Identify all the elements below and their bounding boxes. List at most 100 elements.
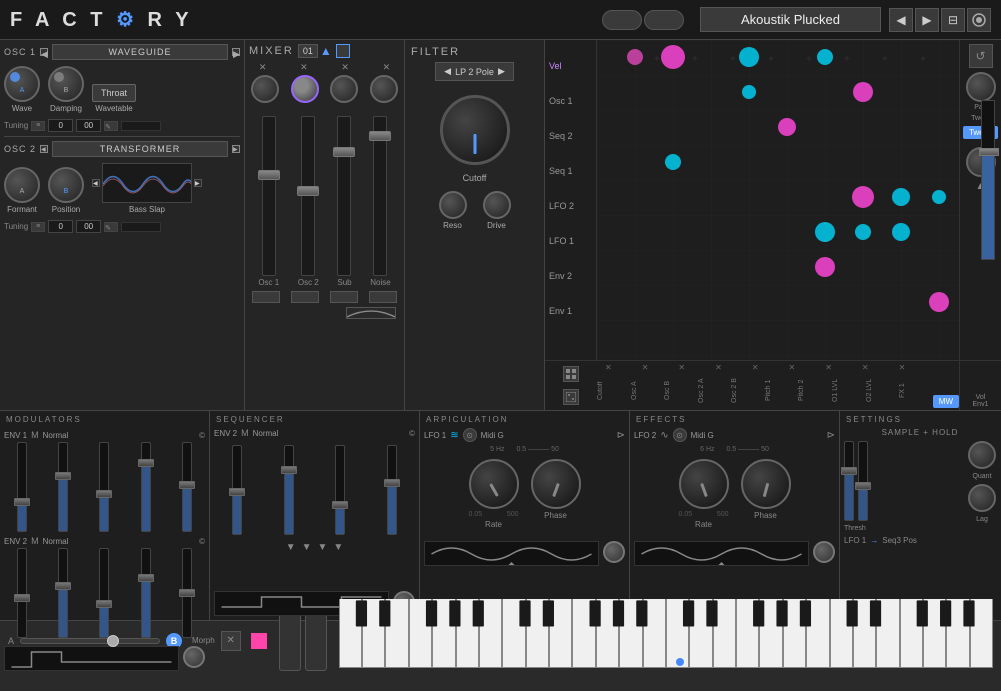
col-x6[interactable]: ✕ xyxy=(789,363,796,372)
mod-knob[interactable] xyxy=(183,646,205,668)
white-key-c4[interactable] xyxy=(502,599,525,668)
env1-fader1-thumb[interactable] xyxy=(14,498,30,506)
osc1-tuning-mode[interactable]: ≡ xyxy=(31,121,45,131)
lfo1-trigger-btn[interactable]: ⊳ xyxy=(617,430,625,441)
mixer-add-btn[interactable] xyxy=(336,44,350,58)
filter-cutoff-knob[interactable] xyxy=(440,95,510,165)
prev-preset-btn[interactable]: ◀ xyxy=(889,8,913,32)
env2-fader5-thumb[interactable] xyxy=(179,589,195,597)
col-x9[interactable]: ✕ xyxy=(899,363,906,372)
osc2-tuning-fine[interactable] xyxy=(76,220,101,233)
col-x1[interactable]: ✕ xyxy=(605,363,612,372)
seq-down-arrow3[interactable]: ▼ xyxy=(318,542,328,553)
osc1-damping-knob[interactable]: B xyxy=(48,66,84,102)
vol-fader-thumb[interactable] xyxy=(979,148,999,156)
osc2-wave-next-btn[interactable]: ▶ xyxy=(194,179,202,187)
env1-morph-icon[interactable]: M xyxy=(31,430,39,440)
seq-fader4[interactable] xyxy=(387,445,397,535)
osc1-prev-btn[interactable]: ◀ xyxy=(40,48,48,56)
filter-drive-knob[interactable] xyxy=(483,191,511,219)
env1-fader5-thumb[interactable] xyxy=(179,481,195,489)
white-key-f6[interactable] xyxy=(900,599,923,668)
pink-record-btn[interactable] xyxy=(251,633,267,649)
mixer-fader4-thumb[interactable] xyxy=(369,131,391,141)
seq-fader2-thumb[interactable] xyxy=(281,466,297,474)
osc2-tuning-pencil[interactable]: ✎ xyxy=(104,222,118,232)
mixer-knob1[interactable] xyxy=(251,75,279,103)
white-key-f5[interactable] xyxy=(736,599,759,668)
osc2-type-select[interactable]: Transformer xyxy=(52,141,228,157)
filter-prev-arrow[interactable]: ◀ xyxy=(444,66,451,77)
seq-fader1-thumb[interactable] xyxy=(229,488,245,496)
white-key-e6[interactable] xyxy=(876,599,899,668)
mixer-fader2-thumb[interactable] xyxy=(297,186,319,196)
env2-fader5[interactable] xyxy=(182,548,192,638)
mixer-pad3[interactable] xyxy=(330,291,358,303)
throat-btn[interactable]: Throat xyxy=(92,84,136,102)
curve-next-btn[interactable] xyxy=(644,10,684,30)
white-key-b6[interactable] xyxy=(970,599,993,668)
pitch-bend-left[interactable] xyxy=(279,611,301,671)
white-key-f4[interactable] xyxy=(572,599,595,668)
mixer-x4[interactable]: ✕ xyxy=(383,62,391,73)
seq-fader2[interactable] xyxy=(284,445,294,535)
osc1-next-btn[interactable]: ▶ xyxy=(232,48,240,56)
osc2-tuning-mode[interactable]: ≡ xyxy=(31,222,45,232)
mixer-fader1-track[interactable] xyxy=(262,116,276,276)
env2-fader1-thumb[interactable] xyxy=(14,594,30,602)
mixer-x2[interactable]: ✕ xyxy=(300,62,308,73)
lfo2-trigger-btn[interactable]: ⊳ xyxy=(827,430,835,441)
col-x7[interactable]: ✕ xyxy=(825,363,832,372)
lfo2-clock-btn[interactable]: ⊙ xyxy=(673,428,687,442)
col-x4[interactable]: ✕ xyxy=(715,363,722,372)
white-key-b4[interactable] xyxy=(643,599,666,668)
pitch-bend-right[interactable] xyxy=(305,611,327,671)
mixer-fader2-track[interactable] xyxy=(301,116,315,276)
white-key-e4[interactable] xyxy=(549,599,572,668)
settings-fader2[interactable] xyxy=(858,441,868,521)
morph-slider[interactable] xyxy=(20,638,160,644)
white-key-e3[interactable] xyxy=(385,599,408,668)
osc2-tuning-coarse[interactable] xyxy=(48,220,73,233)
white-key-a6[interactable] xyxy=(946,599,969,668)
settings-lag-knob[interactable] xyxy=(968,484,996,512)
mixer-x1[interactable]: ✕ xyxy=(259,62,267,73)
settings-fader1[interactable] xyxy=(844,441,854,521)
osc1-type-select[interactable]: Waveguide xyxy=(52,44,228,60)
lfo1-clock-btn[interactable]: ⊙ xyxy=(463,428,477,442)
mixer-fader4-track[interactable] xyxy=(373,116,387,276)
curve-prev-btn[interactable] xyxy=(602,10,642,30)
white-key-d4[interactable] xyxy=(526,599,549,668)
white-key-g5[interactable] xyxy=(759,599,782,668)
env1-fader4[interactable] xyxy=(141,442,151,532)
lfo1-rate-knob[interactable] xyxy=(469,459,519,509)
seq-fader1[interactable] xyxy=(232,445,242,535)
col-x5[interactable]: ✕ xyxy=(752,363,759,372)
env2-fader4-thumb[interactable] xyxy=(138,574,154,582)
mixer-x3[interactable]: ✕ xyxy=(341,62,349,73)
mixer-pad1[interactable] xyxy=(252,291,280,303)
next-preset-btn[interactable]: ▶ xyxy=(915,8,939,32)
mixer-fader3-thumb[interactable] xyxy=(333,147,355,157)
matrix-reload-btn[interactable]: ↺ xyxy=(969,44,993,68)
seq-fader3-thumb[interactable] xyxy=(332,501,348,509)
mixer-knob3[interactable] xyxy=(330,75,358,103)
settings-fader1-thumb[interactable] xyxy=(841,467,857,475)
env2-fader2-thumb[interactable] xyxy=(55,582,71,590)
white-key-d3[interactable] xyxy=(362,599,385,668)
morph-thumb[interactable] xyxy=(107,635,119,647)
env1-copy-icon[interactable]: © xyxy=(199,431,205,440)
lfo1-phase-knob[interactable] xyxy=(531,459,581,509)
env1-fader1[interactable] xyxy=(17,442,27,532)
white-key-d5[interactable] xyxy=(689,599,712,668)
env1-fader4-thumb[interactable] xyxy=(138,459,154,467)
mixer-pad4[interactable] xyxy=(369,291,397,303)
close-btn[interactable]: ✕ xyxy=(221,631,241,651)
seq-down-arrow2[interactable]: ▼ xyxy=(302,542,312,553)
osc2-position-knob[interactable]: B xyxy=(48,167,84,203)
filter-reso-knob[interactable] xyxy=(439,191,467,219)
osc2-formant-knob[interactable]: A xyxy=(4,167,40,203)
seq-down-arrow4[interactable]: ▼ xyxy=(333,542,343,553)
white-key-f3[interactable] xyxy=(409,599,432,668)
env2-fader1[interactable] xyxy=(17,548,27,638)
